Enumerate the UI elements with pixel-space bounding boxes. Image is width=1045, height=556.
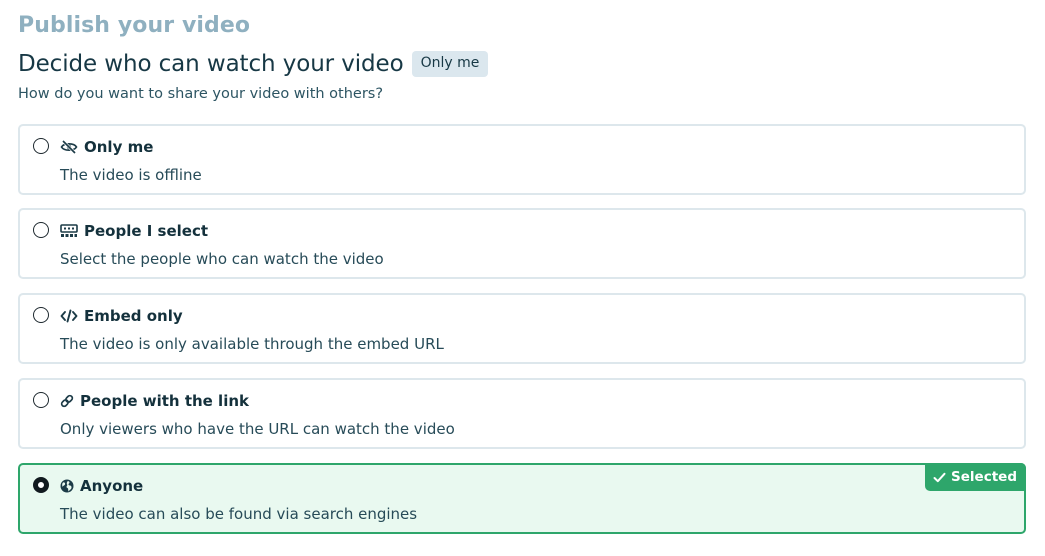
option-description: Only viewers who have the URL can watch …: [60, 420, 455, 438]
current-visibility-badge: Only me: [411, 51, 489, 77]
section-subtitle: How do you want to share your video with…: [18, 86, 384, 102]
option-title: People I select: [84, 222, 209, 240]
option-title: Embed only: [84, 307, 183, 325]
section-title: Decide who can watch your video: [18, 51, 404, 77]
visibility-option-only-me[interactable]: Only me The video is offline: [18, 124, 1026, 195]
option-title: Anyone: [80, 477, 144, 495]
option-description: Select the people who can watch the vide…: [60, 250, 384, 268]
option-description: The video is offline: [60, 166, 202, 184]
radio-embed-only[interactable]: [33, 307, 49, 323]
eye-slash-icon: [60, 139, 78, 155]
option-description: The video is only available through the …: [60, 335, 444, 353]
option-title: Only me: [84, 138, 154, 156]
people-grid-icon: [60, 223, 78, 239]
globe-icon: [60, 478, 74, 494]
link-icon: [60, 393, 74, 409]
radio-anyone[interactable]: [33, 477, 49, 493]
section-heading: Decide who can watch your video Only me: [18, 51, 489, 77]
selected-badge: Selected: [925, 463, 1026, 491]
page-title: Publish your video: [18, 13, 251, 38]
visibility-option-anyone[interactable]: Anyone The video can also be found via s…: [18, 463, 1026, 534]
option-description: The video can also be found via search e…: [60, 505, 418, 523]
radio-people-i-select[interactable]: [33, 222, 49, 238]
option-title: People with the link: [80, 392, 249, 410]
visibility-option-embed-only[interactable]: Embed only The video is only available t…: [18, 293, 1026, 364]
radio-people-with-link[interactable]: [33, 392, 49, 408]
visibility-option-people-i-select[interactable]: People I select Select the people who ca…: [18, 208, 1026, 279]
check-icon: [933, 472, 946, 483]
radio-only-me[interactable]: [33, 138, 49, 154]
visibility-option-people-with-link[interactable]: People with the link Only viewers who ha…: [18, 378, 1026, 449]
code-icon: [60, 308, 78, 324]
selected-badge-label: Selected: [951, 469, 1017, 485]
